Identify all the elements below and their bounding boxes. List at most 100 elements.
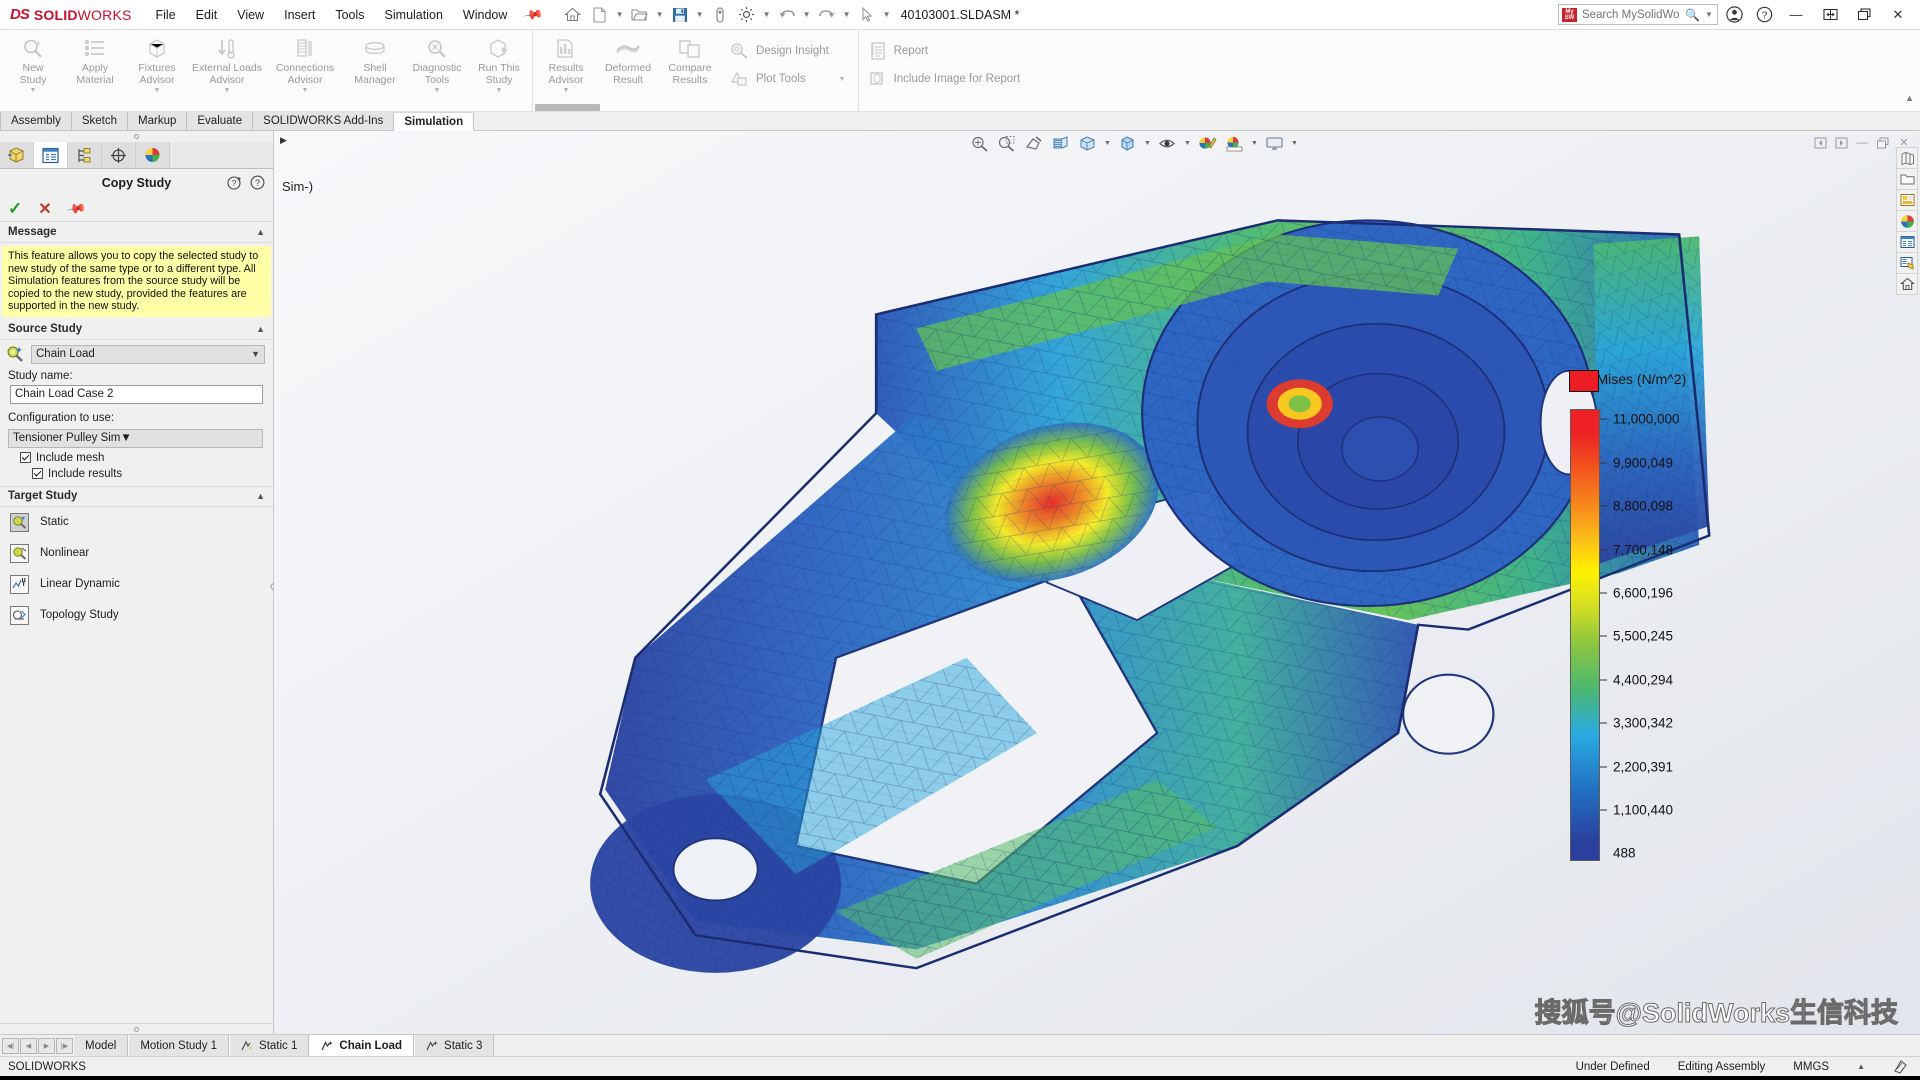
display-style-icon[interactable] [1115, 133, 1140, 154]
file-explorer-icon[interactable] [1896, 168, 1918, 190]
report-item[interactable]: Report [865, 41, 1025, 61]
view-orientation-icon[interactable] [1075, 133, 1100, 154]
next-document-icon[interactable] [1831, 133, 1851, 152]
feature-manager-tree-tab[interactable] [0, 142, 34, 168]
include-mesh-checkbox-row[interactable]: Include mesh [0, 448, 273, 464]
drawing-palette-icon[interactable] [1896, 252, 1918, 274]
custom-properties-icon[interactable] [1896, 231, 1918, 253]
target-option-topology[interactable]: Topology Study [0, 600, 273, 631]
undo-icon[interactable] [774, 3, 800, 27]
save-icon[interactable] [667, 3, 693, 27]
connections-advisor-dropdown-icon[interactable]: ▼ [302, 86, 309, 98]
restore-window-button[interactable] [1814, 1, 1846, 29]
home-library-icon[interactable] [1896, 273, 1918, 295]
document-tab-static-1[interactable]: Static 1 [229, 1035, 310, 1056]
chevron-down-icon[interactable]: ▼ [120, 432, 131, 444]
view-palette-icon[interactable] [1896, 189, 1918, 211]
appearances-sphere-icon[interactable] [1896, 210, 1918, 232]
whats-new-help-icon[interactable]: ? [227, 175, 242, 190]
new-study-dropdown-icon[interactable]: ▼ [30, 86, 37, 98]
deformed-result-button[interactable]: Deformed Result [597, 33, 659, 86]
document-tab-static-3[interactable]: Static 3 [414, 1035, 495, 1056]
maximize-window-button[interactable] [1848, 1, 1880, 29]
tab-simulation[interactable]: Simulation [394, 112, 475, 131]
apply-scene-dropdown[interactable]: ▼ [1249, 133, 1260, 154]
configuration-manager-tab[interactable] [68, 142, 102, 168]
view-orientation-dropdown[interactable]: ▼ [1102, 133, 1113, 154]
panel-top-grip[interactable] [0, 131, 273, 142]
source-study-section-header[interactable]: Source Study ▲ [0, 319, 273, 340]
chevron-up-icon[interactable]: ▲ [256, 324, 265, 334]
save-dropdown[interactable]: ▼ [694, 3, 706, 27]
units-dropdown-icon[interactable]: ▲ [1857, 1062, 1865, 1071]
search-mysolidworks[interactable]: MySW 🔍 ▼ [1558, 4, 1718, 25]
previous-document-icon[interactable] [1810, 133, 1830, 152]
fixtures-advisor-dropdown-icon[interactable]: ▼ [154, 86, 161, 98]
graphics-area[interactable]: ▶ ▼ ▼ ▼ ▼ ▼ — ✕ Sim-) von Mises (N/m^2) … [274, 131, 1920, 1034]
user-account-icon[interactable] [1720, 2, 1748, 28]
hide-show-dropdown[interactable]: ▼ [1182, 133, 1193, 154]
configuration-combobox[interactable]: Tensioner Pulley Sim ▼ [8, 428, 263, 448]
tab-assembly[interactable]: Assembly [0, 111, 72, 130]
open-dropdown[interactable]: ▼ [654, 3, 666, 27]
results-advisor-dropdown-icon[interactable]: ▼ [563, 86, 570, 98]
run-this-study-button[interactable]: Run This Study ▼ [468, 33, 530, 98]
connections-advisor-button[interactable]: Connections Advisor ▼ [266, 33, 344, 98]
include-results-checkbox[interactable] [32, 468, 43, 480]
apply-scene-icon[interactable] [1222, 133, 1247, 154]
tab-sketch[interactable]: Sketch [71, 111, 129, 130]
menu-item-file[interactable]: File [146, 4, 186, 26]
menu-item-window[interactable]: Window [453, 4, 517, 26]
next-tab-icon[interactable]: ▶ [38, 1037, 55, 1054]
select-dropdown[interactable]: ▼ [881, 3, 893, 27]
search-dropdown-icon[interactable]: ▼ [1705, 10, 1713, 19]
apply-material-button[interactable]: Apply Material [64, 33, 126, 86]
target-study-section-header[interactable]: Target Study ▲ [0, 485, 273, 507]
shell-manager-button[interactable]: Shell Manager [344, 33, 406, 86]
include-mesh-checkbox[interactable] [20, 452, 31, 464]
document-tab-motion-study-1[interactable]: Motion Study 1 [128, 1035, 230, 1056]
design-insight-item[interactable]: Design Insight [725, 41, 850, 61]
ribbon-scrollbar[interactable] [535, 104, 600, 111]
redo-dropdown[interactable]: ▼ [841, 3, 853, 27]
run-study-dropdown-icon[interactable]: ▼ [496, 86, 503, 98]
include-image-item[interactable]: Include Image for Report [865, 69, 1025, 89]
chevron-up-icon[interactable]: ▲ [256, 491, 265, 501]
redo-icon[interactable] [814, 3, 840, 27]
print-icon[interactable] [707, 3, 733, 27]
chevron-down-icon[interactable]: ▼ [251, 349, 260, 359]
edit-appearance-icon[interactable] [1195, 133, 1220, 154]
tab-solidworks-addins[interactable]: SOLIDWORKS Add-Ins [253, 111, 395, 130]
study-name-input[interactable]: Chain Load Case 2 [10, 384, 263, 404]
first-tab-icon[interactable]: ◀| [2, 1037, 19, 1054]
zoom-to-fit-icon[interactable] [967, 133, 992, 154]
section-view-icon[interactable] [1048, 133, 1073, 154]
confirm-button[interactable]: ✓ [8, 199, 22, 219]
new-study-button[interactable]: New Study ▼ [2, 33, 64, 98]
document-tab-model[interactable]: Model [73, 1035, 129, 1056]
dimxpert-manager-tab[interactable] [102, 142, 136, 168]
options-dropdown[interactable]: ▼ [761, 3, 773, 27]
panel-bottom-grip[interactable] [0, 1023, 273, 1034]
ribbon-collapse-icon[interactable]: ▲ [1905, 93, 1914, 103]
pin-menu-icon[interactable]: 📌 [522, 3, 545, 25]
close-window-button[interactable]: ✕ [1882, 1, 1914, 29]
view-settings-icon[interactable] [1262, 133, 1287, 154]
document-overlay-icon[interactable] [1893, 1059, 1908, 1074]
target-option-nonlinear[interactable]: Nonlinear [0, 538, 273, 569]
pin-panel-icon[interactable]: 📌 [65, 197, 87, 219]
zoom-to-area-icon[interactable] [994, 133, 1019, 154]
minimize-window-button[interactable]: — [1780, 1, 1812, 29]
search-input[interactable] [1582, 8, 1680, 21]
expand-feature-tree-icon[interactable]: ▶ [280, 135, 287, 146]
minimize-document-icon[interactable]: — [1852, 133, 1872, 152]
previous-view-icon[interactable] [1021, 133, 1046, 154]
cancel-button[interactable]: ✕ [38, 199, 51, 219]
home-icon[interactable] [560, 3, 586, 27]
status-units[interactable]: MMGS [1793, 1061, 1829, 1073]
display-manager-tab[interactable] [136, 142, 170, 168]
external-loads-dropdown-icon[interactable]: ▼ [224, 86, 231, 98]
open-folder-icon[interactable] [627, 3, 653, 27]
undo-dropdown[interactable]: ▼ [801, 3, 813, 27]
diagnostic-tools-dropdown-icon[interactable]: ▼ [434, 86, 441, 98]
